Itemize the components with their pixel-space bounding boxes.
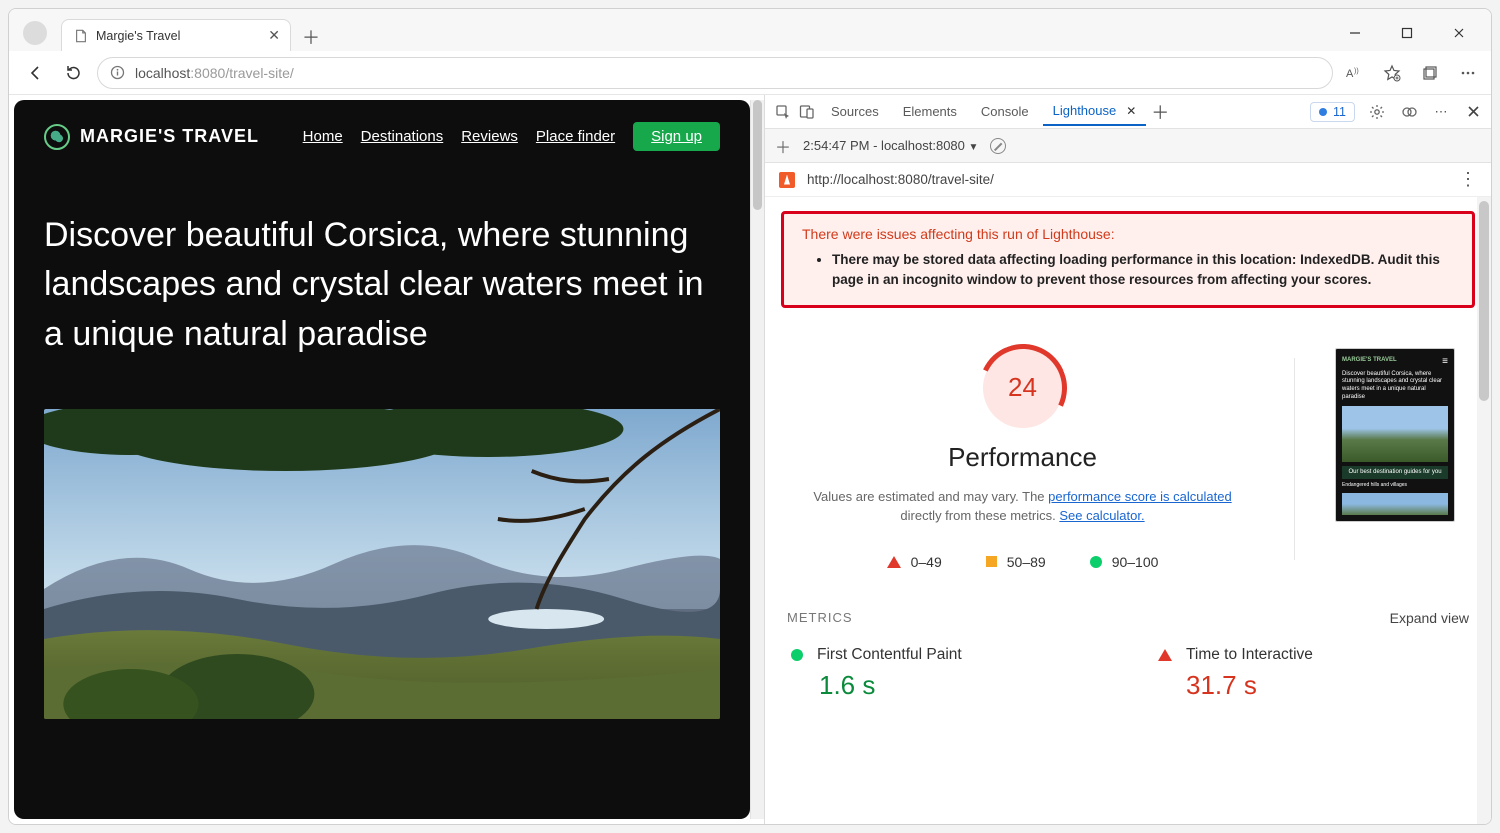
device-toggle-icon[interactable] <box>797 102 817 122</box>
nav-reviews[interactable]: Reviews <box>461 128 518 145</box>
score-legend: 0–49 50–89 90–100 <box>791 554 1254 570</box>
mini-guides: Our best destination guides for you <box>1342 466 1448 480</box>
square-icon <box>986 556 997 567</box>
warning-title: There were issues affecting this run of … <box>802 226 1454 242</box>
nav-destinations[interactable]: Destinations <box>361 128 444 145</box>
new-tab-button[interactable]: ＋ <box>297 23 325 51</box>
url-text: localhost:8080/travel-site/ <box>135 65 294 81</box>
page-content: MARGIE'S TRAVEL Home Destinations Review… <box>14 100 750 819</box>
calculator-link[interactable]: See calculator. <box>1059 508 1144 523</box>
performance-gauge: 24 <box>983 348 1063 428</box>
clear-icon[interactable] <box>990 138 1006 154</box>
maximize-button[interactable] <box>1393 19 1421 47</box>
audit-url: http://localhost:8080/travel-site/ <box>807 172 994 187</box>
warning-item: There may be stored data affecting loadi… <box>832 250 1454 291</box>
new-audit-icon[interactable]: ＋ <box>775 134 791 158</box>
read-aloud-icon[interactable]: A)) <box>1343 62 1365 84</box>
metric-name: First Contentful Paint <box>817 646 962 664</box>
more-tabs-icon[interactable]: ＋ <box>1150 102 1170 122</box>
circle-icon <box>1090 556 1102 568</box>
devtools-panel: Sources Elements Console Lighthouse ✕ ＋ 1… <box>764 95 1491 824</box>
window-controls <box>1341 19 1483 51</box>
tab-strip: Margie's Travel ✕ ＋ <box>9 9 1491 51</box>
tab-sources[interactable]: Sources <box>821 98 889 125</box>
reload-button[interactable] <box>59 59 87 87</box>
profile-avatar[interactable] <box>23 21 47 45</box>
audit-timestamp[interactable]: 2:54:47 PM - localhost:8080 ▼ <box>803 138 978 153</box>
page-scrollbar[interactable] <box>750 100 764 819</box>
report-menu-icon[interactable]: ⋮ <box>1459 169 1477 190</box>
audit-timestamp-text: 2:54:47 PM - localhost:8080 <box>803 138 965 153</box>
devtools-scrollbar[interactable] <box>1477 197 1491 824</box>
legend-bad: 0–49 <box>911 554 942 570</box>
svg-text:A: A <box>1346 68 1354 80</box>
triangle-icon <box>887 556 901 568</box>
metric-value: 1.6 s <box>819 670 1098 701</box>
url-host: localhost <box>135 65 190 81</box>
metric-name: Time to Interactive <box>1186 646 1313 664</box>
nav-home[interactable]: Home <box>303 128 343 145</box>
metrics-heading: METRICS <box>787 610 853 625</box>
warning-box: There were issues affecting this run of … <box>781 211 1475 308</box>
tab-lighthouse[interactable]: Lighthouse ✕ <box>1043 97 1147 126</box>
performance-score: 24 <box>1008 372 1037 403</box>
toolbar: localhost:8080/travel-site/ A)) <box>9 51 1491 95</box>
circle-icon <box>791 649 803 661</box>
metric-value: 31.7 s <box>1186 670 1465 701</box>
issues-badge[interactable]: 11 <box>1310 102 1355 122</box>
perf-desc-text2: directly from these metrics. <box>900 508 1059 523</box>
close-window-button[interactable] <box>1445 19 1473 47</box>
nav-placefinder[interactable]: Place finder <box>536 128 615 145</box>
globe-icon <box>44 124 70 150</box>
minimize-button[interactable] <box>1341 19 1369 47</box>
perf-score-link[interactable]: performance score is calculated <box>1048 489 1232 504</box>
metric-tti: Time to Interactive 31.7 s <box>1158 646 1465 701</box>
signup-button[interactable]: Sign up <box>633 122 720 151</box>
tab-elements[interactable]: Elements <box>893 98 967 125</box>
legend-mid: 50–89 <box>1007 554 1046 570</box>
url-port: :8080 <box>190 65 225 81</box>
page-viewport: MARGIE'S TRAVEL Home Destinations Review… <box>9 95 764 824</box>
feedback-icon[interactable] <box>1399 102 1419 122</box>
hero-image <box>44 409 720 719</box>
hero-heading: Discover beautiful Corsica, where stunni… <box>44 211 704 359</box>
page-thumbnail: MARGIE'S TRAVEL≡ Discover beautiful Cors… <box>1335 348 1455 522</box>
inspect-icon[interactable] <box>773 102 793 122</box>
kebab-icon[interactable]: ⋯ <box>1431 102 1451 122</box>
url-path: /travel-site/ <box>225 65 293 81</box>
svg-text:)): )) <box>1354 68 1359 75</box>
collections-icon[interactable] <box>1419 62 1441 84</box>
close-devtools-icon[interactable] <box>1463 102 1483 122</box>
legend-good: 90–100 <box>1112 554 1159 570</box>
mini-brand: MARGIE'S TRAVEL <box>1342 357 1397 365</box>
expand-view-button[interactable]: Expand view <box>1390 610 1469 626</box>
performance-description: Values are estimated and may vary. The p… <box>791 487 1254 526</box>
page-icon <box>74 29 88 43</box>
menu-icon[interactable] <box>1457 62 1479 84</box>
tab-title: Margie's Travel <box>96 29 180 43</box>
close-tab-icon[interactable]: ✕ <box>1126 104 1136 118</box>
mini-sub: Endangered hills and villages <box>1342 482 1448 489</box>
issues-count: 11 <box>1333 105 1346 119</box>
address-bar[interactable]: localhost:8080/travel-site/ <box>97 57 1333 89</box>
site-brand: MARGIE'S TRAVEL <box>80 126 259 147</box>
close-tab-icon[interactable]: ✕ <box>268 27 280 44</box>
performance-title: Performance <box>791 442 1254 473</box>
perf-desc-text: Values are estimated and may vary. The <box>813 489 1048 504</box>
browser-tab[interactable]: Margie's Travel ✕ <box>61 19 291 51</box>
triangle-icon <box>1158 649 1172 661</box>
info-icon[interactable] <box>110 65 125 80</box>
chevron-down-icon: ▼ <box>969 142 979 153</box>
dot-icon <box>1319 108 1327 116</box>
tab-console[interactable]: Console <box>971 98 1039 125</box>
back-button[interactable] <box>21 59 49 87</box>
gear-icon[interactable] <box>1367 102 1387 122</box>
favorites-icon[interactable] <box>1381 62 1403 84</box>
lighthouse-icon <box>779 172 795 188</box>
mini-hero: Discover beautiful Corsica, where stunni… <box>1342 371 1448 402</box>
metric-fcp: First Contentful Paint 1.6 s <box>791 646 1098 701</box>
tab-lighthouse-label: Lighthouse <box>1053 103 1117 118</box>
